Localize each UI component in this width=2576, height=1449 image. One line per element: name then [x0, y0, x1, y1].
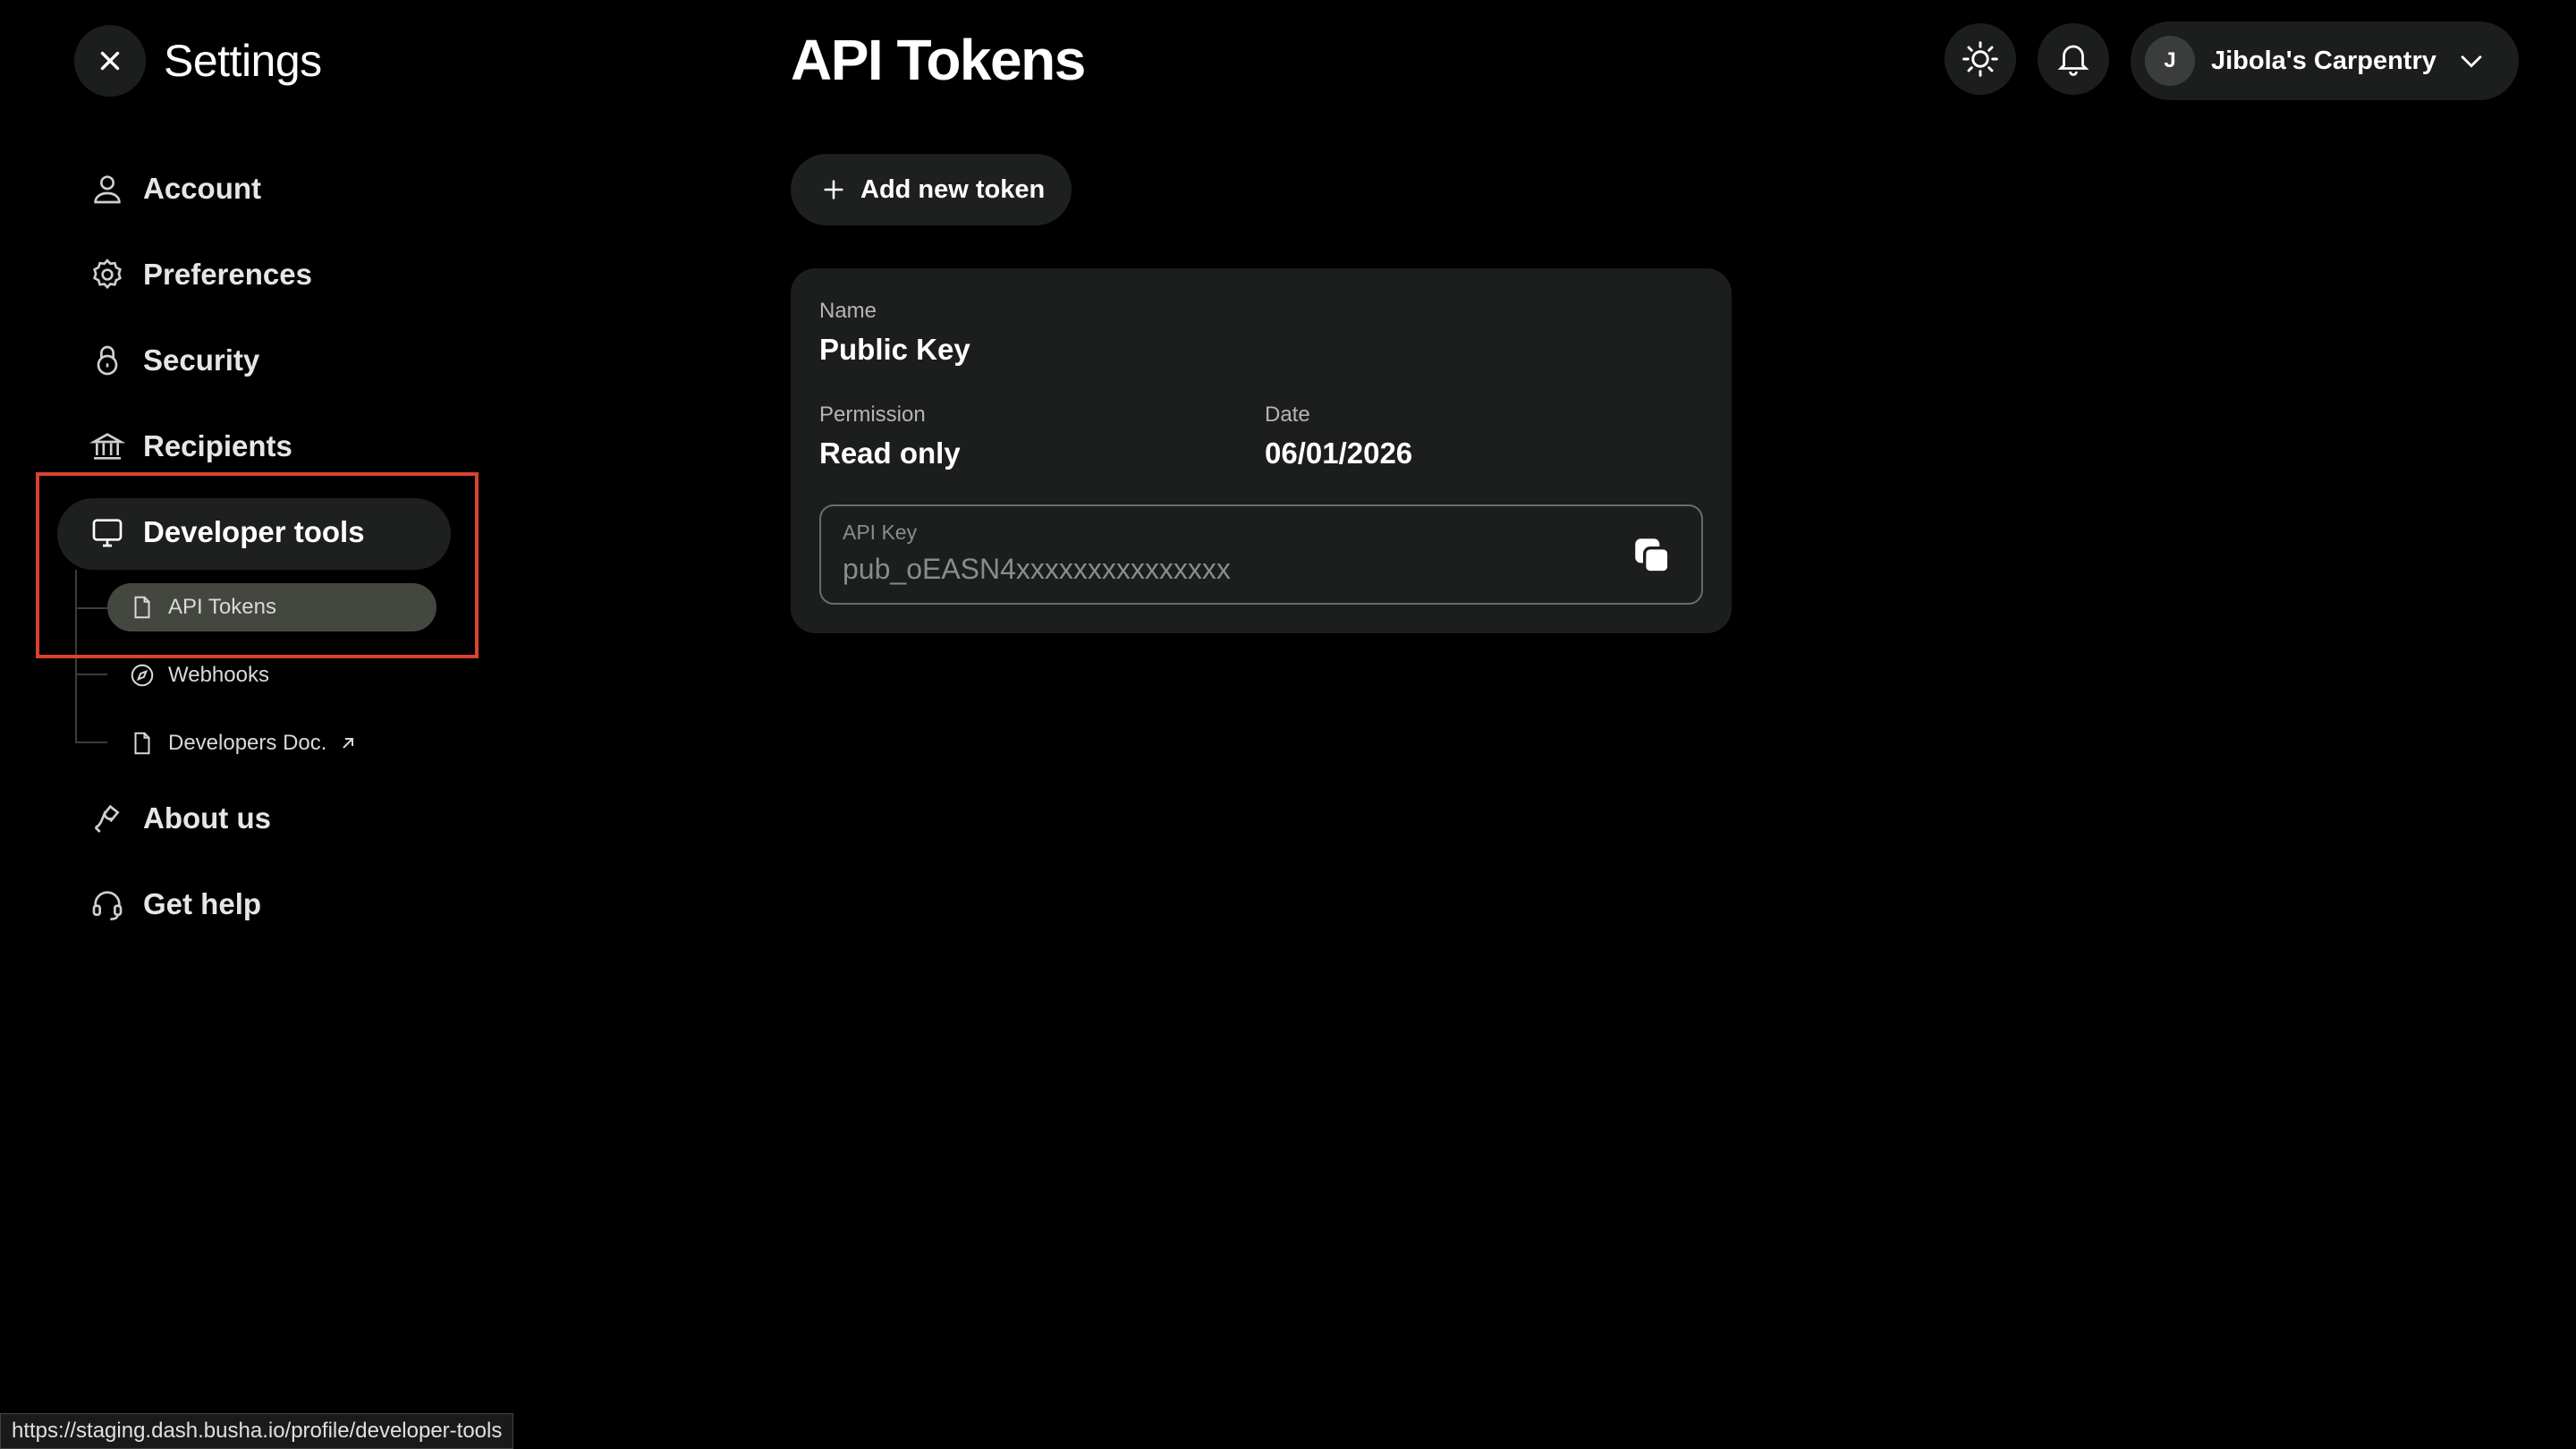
sidebar-item-label: Account — [143, 172, 261, 205]
tree-branch — [75, 674, 107, 675]
copy-icon — [1635, 538, 1671, 574]
tree-branch — [75, 741, 107, 743]
page-title: API Tokens — [791, 28, 1086, 92]
notifications-button[interactable] — [2038, 23, 2109, 95]
sidebar-item-preferences[interactable]: Preferences — [89, 248, 312, 301]
name-value: Public Key — [819, 333, 970, 366]
external-link-icon — [343, 738, 354, 749]
bell-icon — [2057, 45, 2089, 76]
close-settings-button[interactable] — [74, 25, 146, 97]
avatar: J — [2145, 36, 2195, 86]
add-new-token-button[interactable]: Add new token — [791, 154, 1072, 225]
close-icon — [100, 51, 120, 71]
permission-value: Read only — [819, 436, 961, 470]
api-key-value: pub_oEASN4xxxxxxxxxxxxxxx — [843, 553, 1231, 585]
sidebar-item-get-help[interactable]: Get help — [89, 877, 261, 931]
sidebar-item-label: Preferences — [143, 258, 312, 291]
sidebar-subitem-webhooks[interactable]: Webhooks — [107, 651, 269, 699]
account-name: Jibola's Carpentry — [2211, 46, 2436, 75]
chevron-down-icon — [2461, 55, 2482, 68]
sidebar-item-about-us[interactable]: About us — [89, 792, 271, 845]
highlight-annotation — [36, 472, 479, 658]
sidebar-item-label: About us — [143, 801, 271, 835]
sidebar-subitem-developers-doc[interactable]: Developers Doc. — [107, 719, 359, 767]
sidebar-item-security[interactable]: Security — [89, 334, 259, 387]
add-new-token-label: Add new token — [860, 174, 1046, 204]
about-icon — [94, 804, 120, 833]
sidebar-item-label: Recipients — [143, 429, 292, 462]
theme-toggle-button[interactable] — [1945, 23, 2016, 95]
sidebar-item-label: Security — [143, 343, 260, 377]
lock-icon — [97, 345, 118, 376]
permission-label: Permission — [819, 402, 926, 427]
bank-icon — [89, 433, 125, 460]
sidebar-item-account[interactable]: Account — [89, 162, 261, 216]
sun-icon — [1962, 41, 1998, 77]
plus-icon — [824, 180, 843, 199]
sidebar-item-label: Get help — [143, 887, 262, 920]
sidebar-subitem-label: Developers Doc. — [168, 731, 327, 755]
name-label: Name — [819, 299, 877, 323]
sidebar-subitem-label: Webhooks — [168, 663, 269, 687]
date-value: 06/01/2026 — [1265, 436, 1413, 470]
date-label: Date — [1265, 402, 1310, 427]
compass-icon — [131, 664, 154, 687]
settings-header: Settings — [74, 25, 322, 97]
copy-button[interactable] — [1630, 533, 1674, 578]
document-icon — [134, 732, 150, 755]
account-switcher-button[interactable]: J Jibola's Carpentry — [2131, 21, 2519, 100]
api-key-label: API Key — [843, 521, 918, 544]
gear-icon — [93, 258, 122, 290]
headset-icon — [92, 891, 123, 920]
user-icon — [94, 175, 121, 204]
sidebar-item-recipients[interactable]: Recipients — [89, 419, 292, 473]
settings-title: Settings — [164, 36, 322, 86]
token-card: Name Public Key Permission Read only Dat… — [791, 268, 1732, 633]
api-key-field[interactable]: API Key pub_oEASN4xxxxxxxxxxxxxxx — [819, 504, 1703, 605]
status-bar-url: https://staging.dash.busha.io/profile/de… — [0, 1413, 514, 1449]
